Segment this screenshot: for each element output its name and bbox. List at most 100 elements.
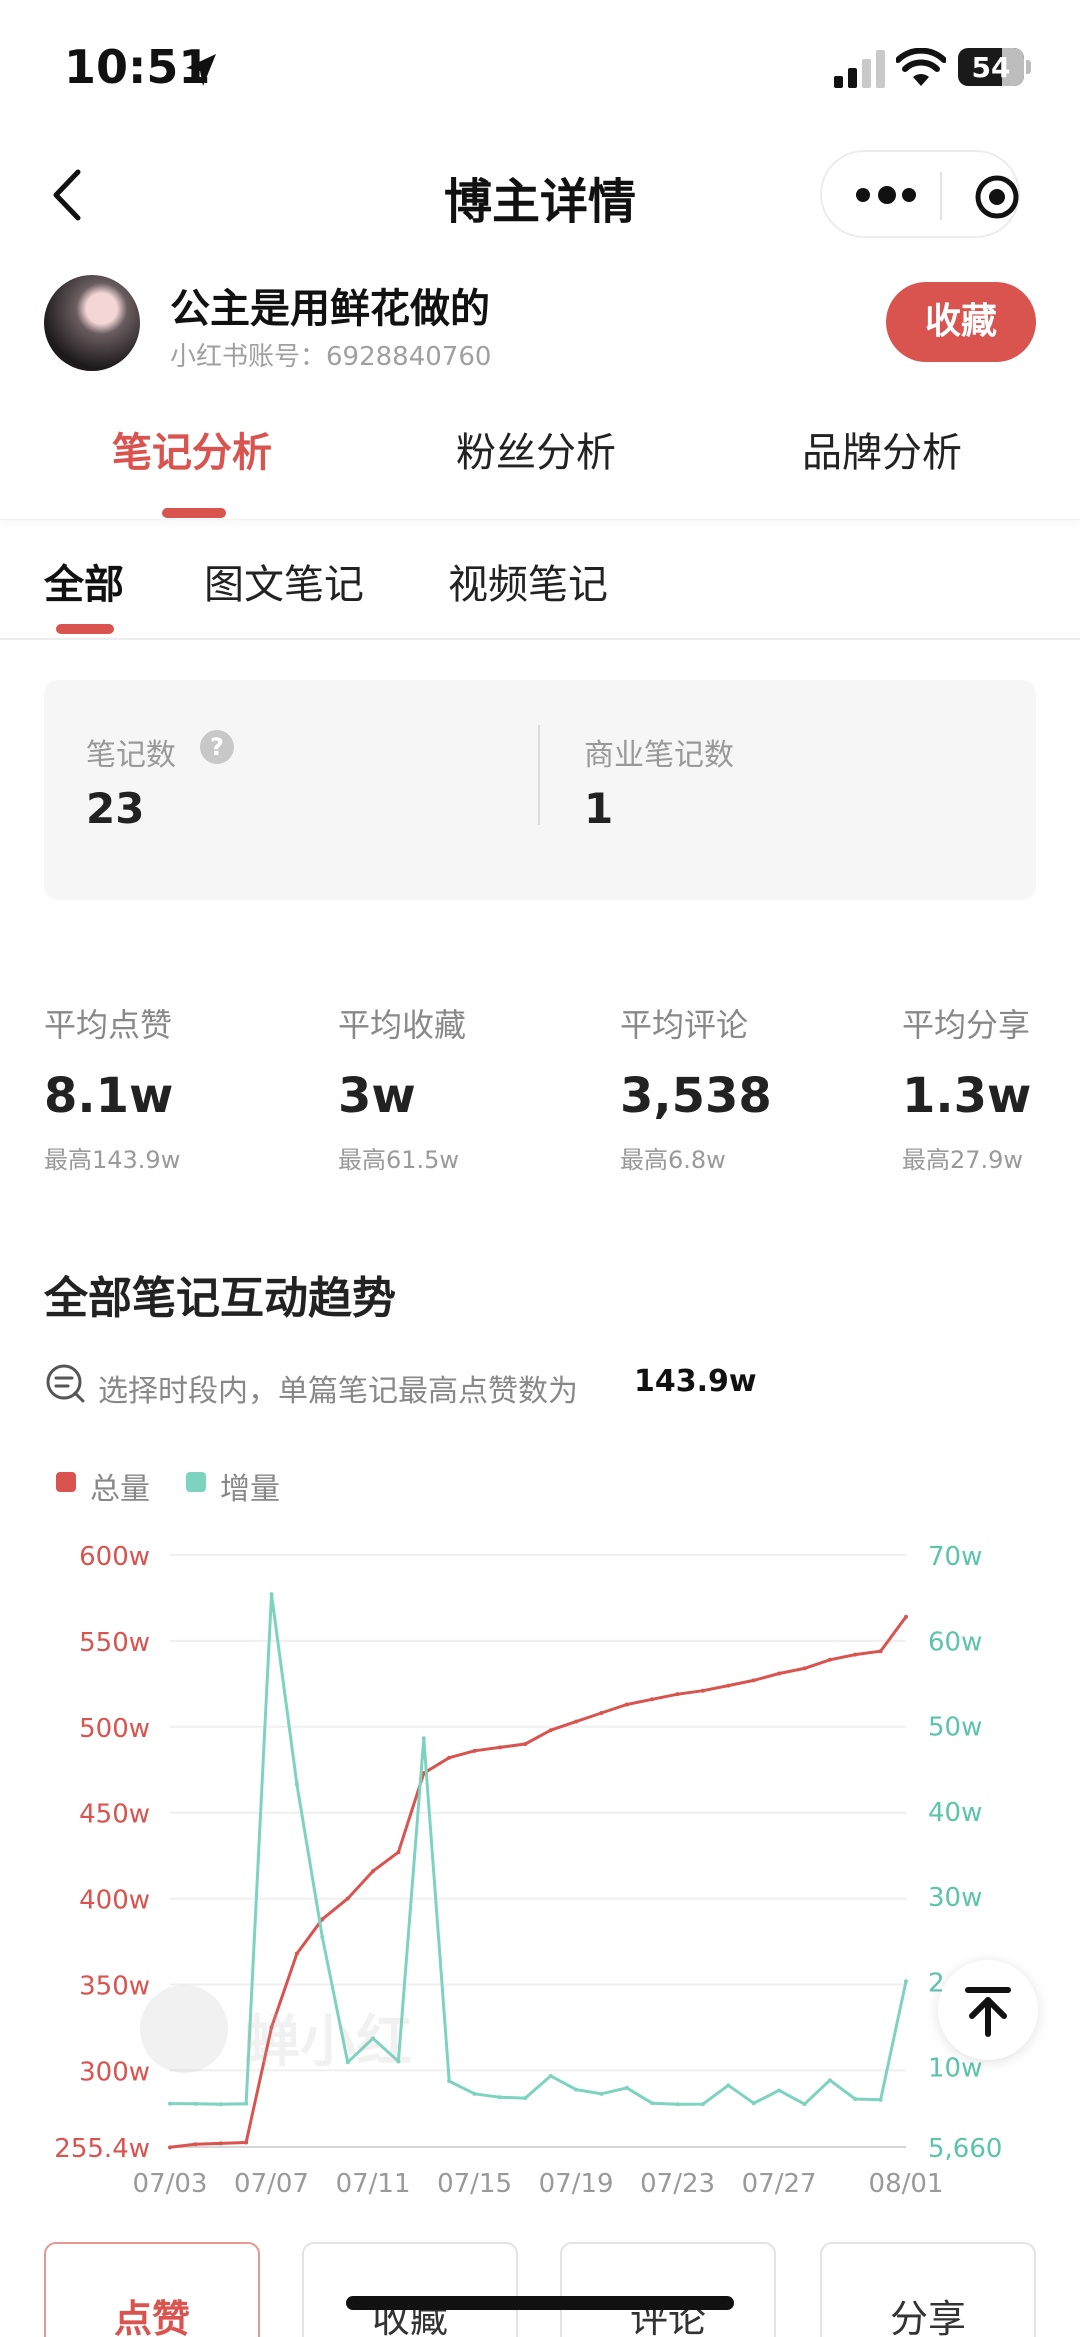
account-id: 小红书账号：6928840760: [170, 342, 492, 372]
wifi-icon: [896, 48, 946, 86]
x-tick-label: 07/07: [234, 2169, 309, 2199]
data-point-increment: [904, 1979, 908, 1984]
data-point-total: [523, 1741, 528, 1746]
tab-image-notes[interactable]: 图文笔记: [204, 552, 364, 610]
metric-comments-button[interactable]: 评论: [560, 2242, 776, 2337]
tab-brand-analysis[interactable]: 品牌分析: [802, 420, 962, 478]
data-point-increment: [193, 2101, 198, 2106]
note-stats-card: 笔记数 ? 23 商业笔记数 1: [44, 680, 1036, 900]
data-point-total: [675, 1692, 680, 1697]
tab-fan-analysis[interactable]: 粉丝分析: [456, 420, 616, 478]
y-left-tick-label: 500w: [79, 1714, 150, 1744]
home-indicator: [346, 2296, 734, 2310]
data-point-increment: [624, 2085, 629, 2090]
y-right-tick-label: 50w: [928, 1713, 982, 1743]
data-point-total: [878, 1649, 883, 1654]
battery-level: 54: [971, 51, 1011, 84]
data-point-total: [904, 1614, 908, 1619]
x-tick-label: 07/11: [336, 2169, 411, 2199]
data-point-increment: [853, 2096, 858, 2101]
data-point-total: [472, 1748, 477, 1753]
data-point-increment: [548, 2073, 553, 2078]
data-point-increment: [523, 2096, 528, 2101]
location-arrow-icon: [186, 54, 216, 86]
x-tick-label: 07/23: [640, 2169, 715, 2199]
x-tick-label: 07/03: [133, 2169, 208, 2199]
data-point-total: [700, 1688, 705, 1693]
data-point-increment: [497, 2095, 502, 2100]
y-left-tick-label: 600w: [79, 1542, 150, 1572]
data-point-total: [726, 1683, 731, 1688]
favorite-button[interactable]: 收藏: [886, 282, 1036, 362]
data-point-increment: [421, 1736, 426, 1741]
data-point-total: [574, 1719, 579, 1724]
commercial-notes-value: 1: [584, 784, 614, 833]
data-point-total: [827, 1657, 832, 1662]
status-bar: 10:51 54: [0, 0, 1080, 130]
data-point-increment: [269, 1592, 274, 1597]
more-icon[interactable]: [856, 180, 916, 210]
y-left-tick-label: 550w: [79, 1628, 150, 1658]
metric-shares-button[interactable]: 分享: [820, 2242, 1036, 2337]
data-point-total: [624, 1702, 629, 1707]
avg-collects: 平均收藏 3w 最高61.5w: [338, 1000, 578, 1175]
data-point-increment: [802, 2102, 807, 2107]
avg-shares-max: 最高27.9w: [902, 1146, 1024, 1174]
data-point-increment: [244, 2101, 249, 2106]
nav-bar: 博主详情: [0, 140, 1080, 250]
data-point-total: [244, 2140, 249, 2145]
avg-comments: 平均评论 3,538 最高6.8w: [620, 1000, 860, 1175]
data-point-increment: [599, 2091, 604, 2096]
y-right-tick-label: 70w: [928, 1542, 982, 1572]
trend-title: 全部笔记互动趋势: [44, 1273, 396, 1324]
avg-shares-label: 平均分享: [902, 1006, 1031, 1044]
avg-likes-value: 8.1w: [44, 1068, 174, 1124]
data-point-total: [396, 1850, 401, 1855]
watermark: 蝉小红: [140, 1985, 480, 2075]
notes-count-value: 23: [86, 784, 145, 833]
avg-likes-label: 平均点赞: [44, 1006, 173, 1044]
y-left-tick-label: 450w: [79, 1800, 150, 1830]
battery-icon: 54: [958, 48, 1024, 86]
hint-text: 选择时段内，单篇笔记最高点赞数为: [98, 1374, 578, 1409]
y-left-tick-label: 400w: [79, 1886, 150, 1916]
back-to-top-button[interactable]: [938, 1960, 1038, 2060]
active-subtab-indicator: [56, 624, 114, 634]
data-point-total: [447, 1755, 452, 1760]
y-left-tick-label: 255.4w: [54, 2134, 150, 2164]
metric-collects-button[interactable]: 收藏: [302, 2242, 518, 2337]
close-target-icon[interactable]: [974, 174, 1020, 220]
data-point-total: [599, 1711, 604, 1716]
active-tab-indicator: [162, 508, 226, 518]
y-right-tick-label: 60w: [928, 1627, 982, 1657]
watermark-text: 蝉小红: [244, 2010, 412, 2075]
data-point-increment: [726, 2083, 731, 2088]
y-right-tick-label: 40w: [928, 1798, 982, 1828]
tab-note-analysis[interactable]: 笔记分析: [112, 420, 272, 478]
tab-all[interactable]: 全部: [44, 552, 124, 610]
avatar[interactable]: [44, 275, 140, 371]
data-point-total: [751, 1678, 756, 1683]
data-point-total: [548, 1728, 553, 1733]
metric-likes-button[interactable]: 点赞: [44, 2242, 260, 2337]
data-point-total: [650, 1697, 655, 1702]
data-point-total: [853, 1652, 858, 1657]
x-tick-label: 07/19: [539, 2169, 614, 2199]
data-point-increment: [878, 2097, 883, 2102]
avg-likes-max: 最高143.9w: [44, 1146, 181, 1174]
legend-swatch-total: [56, 1472, 76, 1492]
data-point-increment: [827, 2078, 832, 2083]
tab-video-notes[interactable]: 视频笔记: [448, 552, 608, 610]
help-icon[interactable]: ?: [200, 730, 234, 764]
data-point-increment: [777, 2088, 782, 2093]
x-tick-label: 07/27: [742, 2169, 817, 2199]
avg-collects-label: 平均收藏: [338, 1006, 467, 1044]
data-point-total: [777, 1671, 782, 1676]
blogger-name: 公主是用鲜花做的: [170, 286, 490, 332]
data-point-increment: [218, 2102, 223, 2107]
commercial-notes-label: 商业笔记数: [584, 738, 734, 773]
data-point-total: [497, 1745, 502, 1750]
miniprogram-capsule: [820, 150, 1020, 238]
data-point-increment: [320, 1934, 325, 1939]
y-right-tick-label: 5,660: [928, 2134, 1002, 2164]
